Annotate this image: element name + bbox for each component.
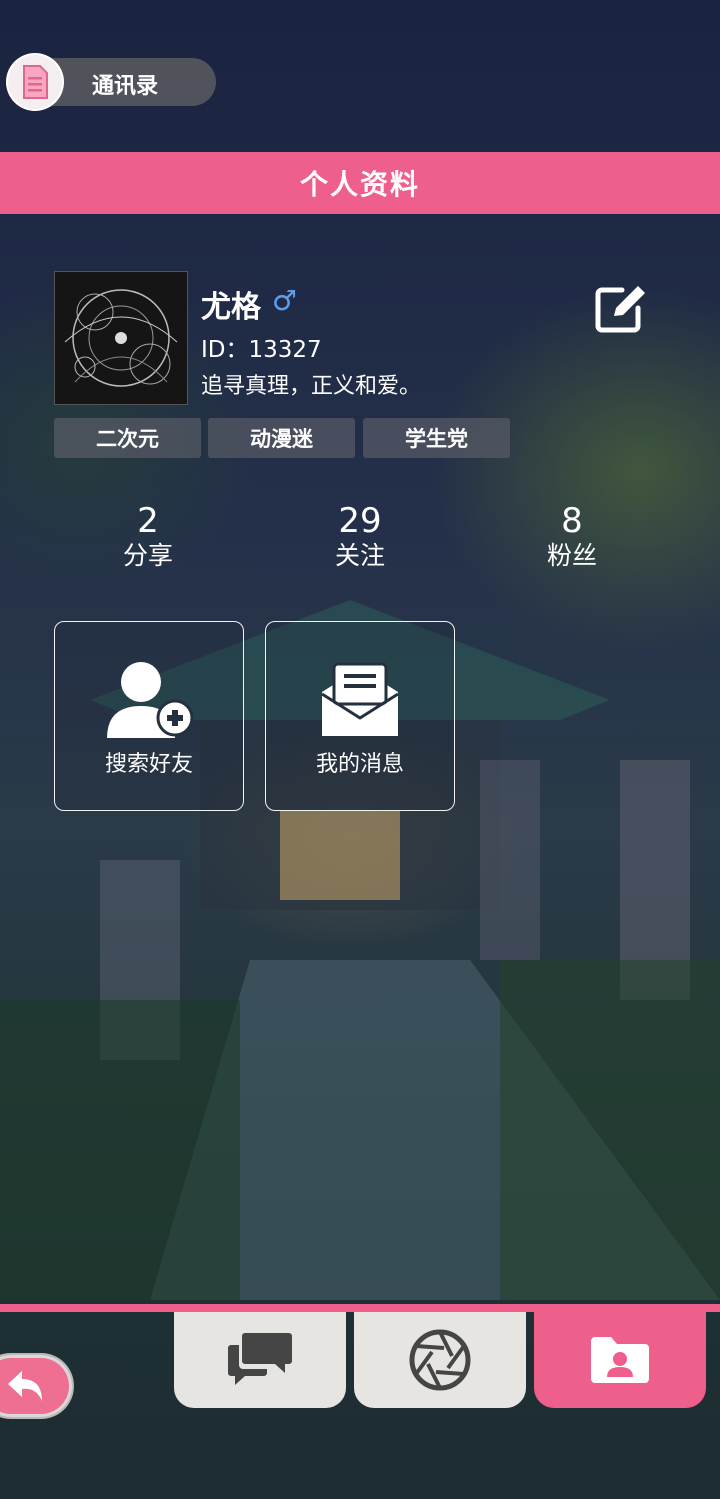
chat-bubbles-icon [228,1333,292,1385]
avatar[interactable] [54,271,188,405]
edit-profile-icon[interactable] [592,280,650,336]
contacts-doc-icon [8,55,62,109]
profile-tag: 二次元 [54,418,201,458]
page-title: 个人资料 [299,168,420,201]
male-gender-icon: ♂ [272,284,298,317]
tab-camera[interactable] [354,1312,526,1408]
search-friends-button[interactable]: 搜索好友 [54,621,244,811]
search-friends-label: 搜索好友 [104,752,193,777]
stat-value: 2 [137,501,159,541]
stat-label: 粉丝 [546,541,597,570]
stat-fans[interactable]: 8 粉丝 [502,502,642,572]
stat-label: 关注 [334,541,385,570]
back-button[interactable] [0,1355,72,1417]
my-messages-button[interactable]: 我的消息 [265,621,455,811]
contacts-label: 通讯录 [92,74,159,99]
my-messages-label: 我的消息 [315,752,404,777]
profile-tag: 动漫迷 [208,418,355,458]
bottom-nav-divider [0,1304,720,1312]
envelope-icon [320,660,400,744]
profile-folder-icon [591,1337,649,1383]
stat-following[interactable]: 29 关注 [290,502,430,572]
contacts-button[interactable]: 通讯录 [6,55,216,109]
add-user-icon [103,660,195,744]
profile-bio: 追寻真理，正义和爱。 [201,374,422,399]
tab-chat[interactable] [174,1312,346,1408]
profile-id: ID：13327 [201,337,322,363]
back-arrow-icon [8,1371,42,1401]
profile-name: 尤格 [201,290,261,325]
stat-value: 29 [338,501,382,541]
tab-profile[interactable] [534,1312,706,1408]
aperture-icon [409,1329,471,1391]
page-title-banner: 个人资料 [0,152,720,214]
stat-shares[interactable]: 2 分享 [78,502,218,572]
stat-value: 8 [561,501,583,541]
stat-label: 分享 [122,541,173,570]
profile-tag: 学生党 [363,418,510,458]
